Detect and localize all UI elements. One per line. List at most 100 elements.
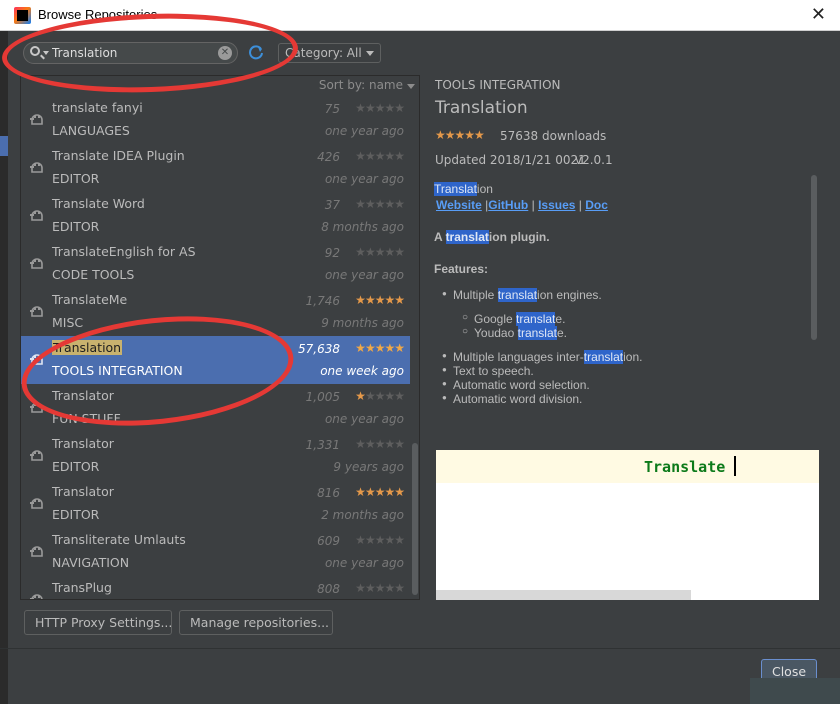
plugin-list-panel: Sort by: name translate fanyi LANGUAGES 75… <box>20 75 420 600</box>
refresh-icon[interactable] <box>247 43 265 61</box>
star-icon: ★ <box>394 437 405 451</box>
star-icon: ★ <box>364 341 376 355</box>
plugin-list-item[interactable]: Translator FUN STUFF 1,005 ★★★★★ one year ag… <box>21 384 410 432</box>
search-box[interactable]: ✕ <box>23 42 238 64</box>
search-input[interactable] <box>52 44 212 62</box>
plugin-list-item[interactable]: Translator EDITOR 1,331 ★★★★★ 9 years ago <box>21 432 410 480</box>
desc-heading: Translation <box>434 182 493 196</box>
star-icon: ★ <box>394 389 405 403</box>
star-icon: ★ <box>364 581 376 595</box>
plugin-category: EDITOR <box>52 171 100 186</box>
github-link[interactable]: GitHub <box>488 198 528 212</box>
star-icon: ★ <box>394 197 405 211</box>
feature-subitem: Youdao translate. <box>462 326 567 340</box>
detail-scrollbar-thumb[interactable] <box>811 175 817 340</box>
toolbar: ✕ Category: All <box>8 31 840 75</box>
star-icon: ★ <box>374 101 386 115</box>
star-icon: ★ <box>364 245 376 259</box>
star-icon: ★ <box>355 293 366 307</box>
star-icon: ★ <box>355 245 366 259</box>
chevron-down-icon[interactable] <box>407 84 415 89</box>
doc-link[interactable]: Doc <box>585 198 608 212</box>
plugin-list-item[interactable]: Translate Word EDITOR 37 ★★★★★ 8 months ago <box>21 192 410 240</box>
star-icon: ★ <box>384 437 395 451</box>
plugin-rating-stars: ★★★★★ <box>355 341 405 355</box>
plugin-download-count: 37 <box>324 198 340 212</box>
plugin-name: Translation <box>52 340 123 355</box>
search-highlight: Translation <box>52 340 123 355</box>
plugin-rating-stars: ★★★★★ <box>355 293 405 307</box>
star-icon: ★ <box>355 389 366 403</box>
search-history-dropdown-icon[interactable] <box>43 51 49 55</box>
plugin-list: translate fanyi LANGUAGES 75 ★★★★★ one year … <box>21 96 410 599</box>
plugin-download-count: 1,005 <box>305 390 340 404</box>
star-icon: ★ <box>364 437 376 451</box>
star-icon: ★ <box>394 149 405 163</box>
plugin-icon <box>30 498 43 509</box>
plugin-updated: one year ago <box>324 412 404 426</box>
star-icon: ★ <box>384 197 395 211</box>
plugin-rating-stars: ★★★★★ <box>355 149 405 163</box>
manage-repositories-button[interactable]: Manage repositories... <box>179 610 333 635</box>
desc-tagline: A translation plugin. <box>434 230 550 244</box>
plugin-download-count: 1,331 <box>305 438 340 452</box>
star-icon: ★ <box>355 341 366 355</box>
plugin-list-item[interactable]: TransPlug 808 ★★★★★ <box>21 576 410 599</box>
issues-link[interactable]: Issues <box>538 198 575 212</box>
category-filter-dropdown[interactable]: Category: All <box>278 43 381 63</box>
star-icon: ★ <box>384 293 395 307</box>
plugin-icon <box>30 354 43 365</box>
plugin-list-item[interactable]: TranslateEnglish for AS CODE TOOLS 92 ★★★★★… <box>21 240 410 288</box>
plugin-name: TranslateMe <box>52 292 128 307</box>
search-icon[interactable] <box>30 46 40 56</box>
search-highlight: translat <box>445 230 489 244</box>
plugin-icon <box>30 450 43 461</box>
plugin-rating-stars: ★★★★★ <box>355 101 405 115</box>
plugin-download-count: 57,638 <box>298 342 340 356</box>
plugin-icon <box>30 162 43 173</box>
plugin-icon <box>30 402 43 413</box>
plugin-category: CODE TOOLS <box>52 267 135 282</box>
plugin-category: EDITOR <box>52 507 100 522</box>
star-icon: ★ <box>394 581 405 595</box>
plugin-screenshot-preview: Translate <box>436 450 819 600</box>
plugin-list-item[interactable]: Translation TOOLS INTEGRATION 57,638 ★★★★★ o… <box>21 336 410 384</box>
search-clear-icon[interactable]: ✕ <box>218 46 232 60</box>
star-icon: ★ <box>364 293 376 307</box>
plugin-name: Translator <box>52 484 114 499</box>
plugin-updated: one week ago <box>320 364 404 378</box>
star-icon: ★ <box>364 101 376 115</box>
preview-code-line <box>436 450 819 483</box>
star-icon: ★ <box>394 245 405 259</box>
plugin-name: Translate Word <box>52 196 145 211</box>
star-icon: ★ <box>364 149 376 163</box>
plugin-list-item[interactable]: translate fanyi LANGUAGES 75 ★★★★★ one year … <box>21 96 410 144</box>
plugin-list-item[interactable]: TranslateMe MISC 1,746 ★★★★★ 9 months ago <box>21 288 410 336</box>
tagline-suffix: ion plugin. <box>488 230 550 244</box>
plugin-list-item[interactable]: Transliterate Umlauts NAVIGATION 609 ★★★★★ o… <box>21 528 410 576</box>
plugin-list-item[interactable]: Translate IDEA Plugin EDITOR 426 ★★★★★ one y… <box>21 144 410 192</box>
background-corner <box>750 678 840 704</box>
star-icon: ★ <box>394 485 405 499</box>
plugin-category: TOOLS INTEGRATION <box>52 363 183 378</box>
http-proxy-settings-button[interactable]: HTTP Proxy Settings... <box>24 610 172 635</box>
preview-scrollbar[interactable] <box>436 590 691 600</box>
feature-item: Multiple translation engines. <box>442 288 602 302</box>
star-icon: ★ <box>355 101 366 115</box>
plugin-list-item[interactable]: Translator EDITOR 816 ★★★★★ 2 months ago <box>21 480 410 528</box>
detail-downloads: 57638 downloads <box>500 129 607 143</box>
plugin-updated: one year ago <box>324 268 404 282</box>
website-link[interactable]: Website <box>436 198 482 212</box>
plugin-updated: 8 months ago <box>321 220 404 234</box>
window-close-icon[interactable]: ✕ <box>811 5 826 25</box>
sort-by-button[interactable]: Sort by: name <box>319 78 403 92</box>
list-header: Sort by: name <box>21 76 419 96</box>
plugin-rating-stars: ★★★★★ <box>355 533 405 547</box>
plugin-rating-stars: ★★★★★ <box>355 581 405 595</box>
plugin-category: NAVIGATION <box>52 555 130 570</box>
plugin-rating-stars: ★★★★★ <box>355 437 405 451</box>
plugin-rating-stars: ★★★★★ <box>355 245 405 259</box>
chevron-down-icon <box>365 51 374 56</box>
list-scrollbar[interactable] <box>410 96 419 599</box>
list-scrollbar-thumb[interactable] <box>412 443 418 595</box>
